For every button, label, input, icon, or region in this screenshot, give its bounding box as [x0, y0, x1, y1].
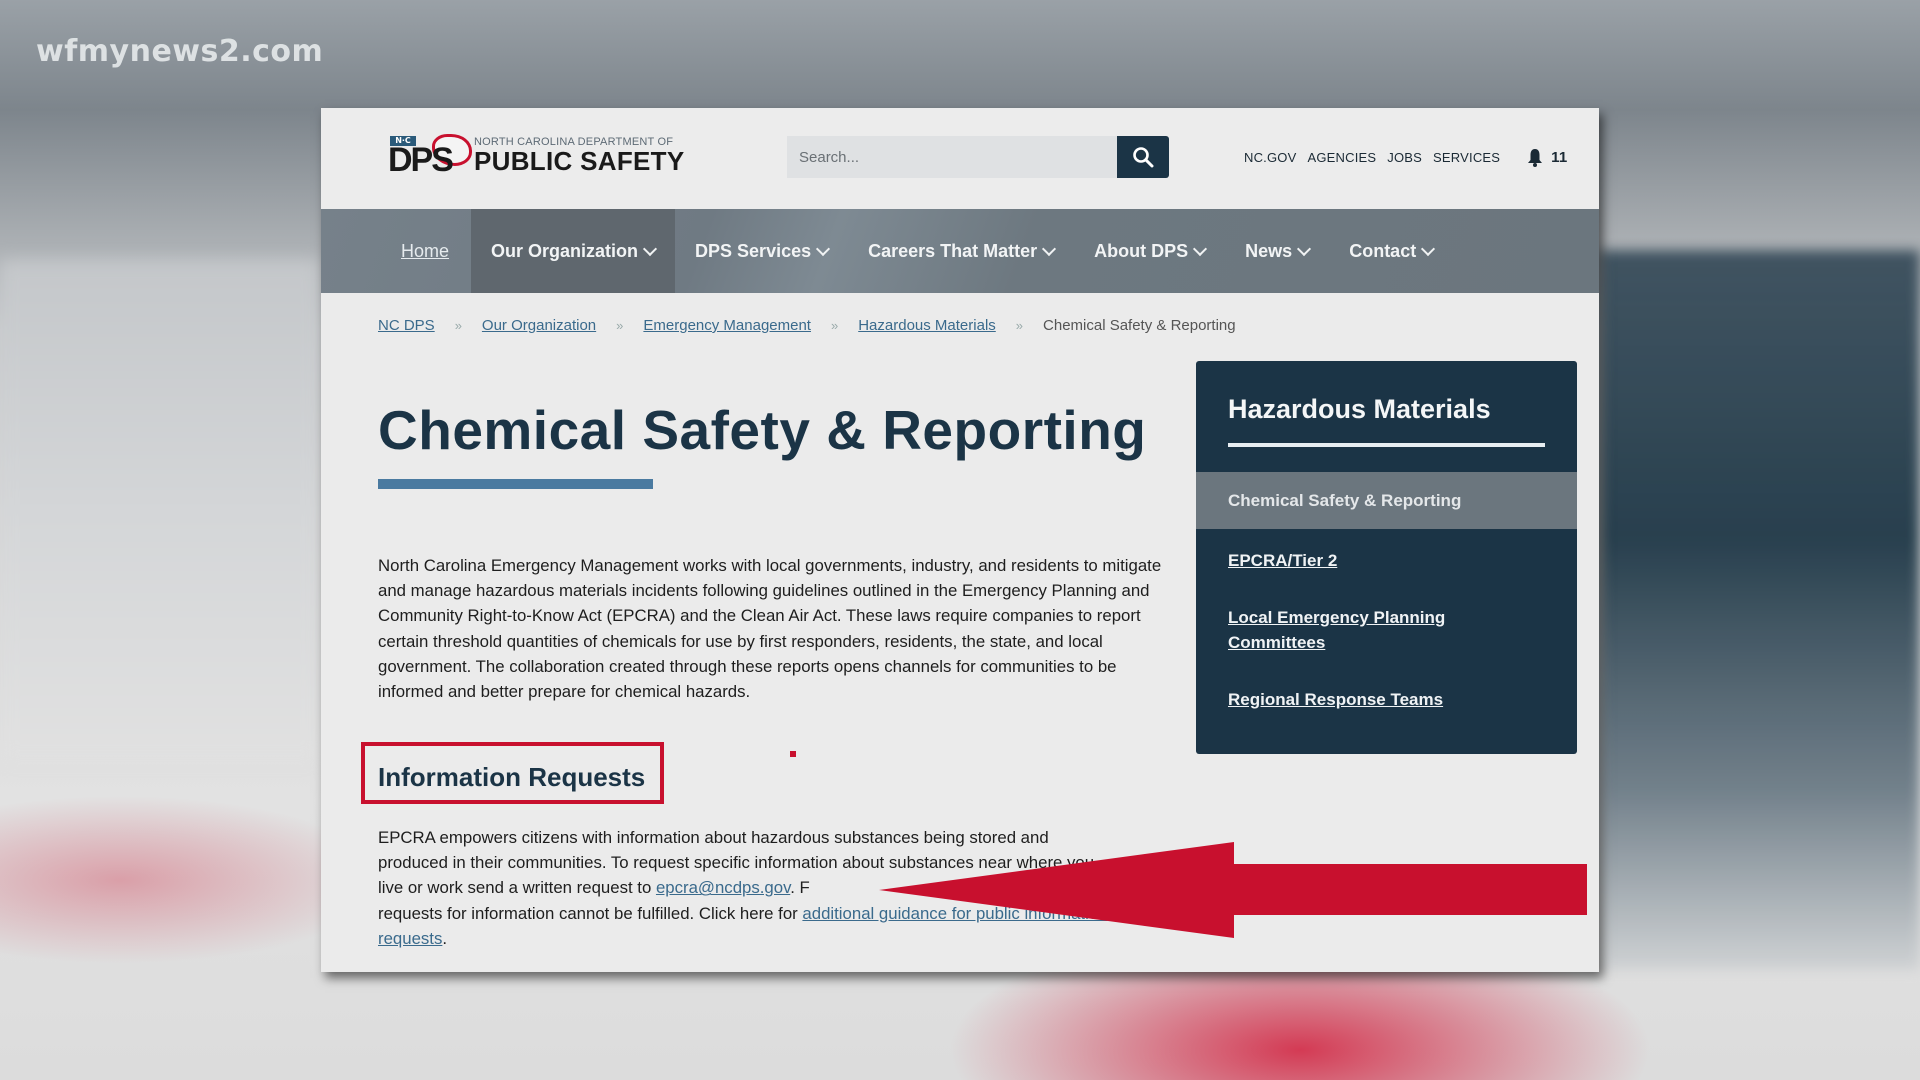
nav-item-about-dps[interactable]: About DPS [1074, 209, 1225, 293]
utility-link-jobs[interactable]: JOBS [1387, 150, 1422, 165]
chevron-down-icon [1193, 241, 1208, 256]
main-nav: Home Our Organization DPS Services Caree… [321, 209, 1599, 293]
dps-logo-mark: N·C DPS [388, 132, 472, 179]
breadcrumb-link-our-organization[interactable]: Our Organization [482, 317, 596, 334]
logo-title: PUBLIC SAFETY [474, 146, 685, 176]
nav-label: Careers That Matter [868, 240, 1038, 261]
nav-item-dps-services[interactable]: DPS Services [675, 209, 848, 293]
page-title: Chemical Safety & Reporting [378, 399, 1147, 461]
annotation-dot [790, 751, 796, 757]
intro-paragraph: North Carolina Emergency Management work… [378, 556, 1162, 702]
search-button[interactable] [1117, 136, 1169, 178]
nav-item-our-organization[interactable]: Our Organization [471, 209, 676, 293]
nav-item-home[interactable]: Home [379, 209, 471, 293]
background-blur-left [0, 260, 320, 760]
paragraph-text: . [442, 928, 448, 948]
nav-label: Our Organization [491, 240, 639, 261]
chevron-down-icon [1042, 241, 1057, 256]
notification-count: 11 [1551, 149, 1568, 166]
webpage-card: N·C DPS NORTH CAROLINA DEPARTMENT OF PUB… [321, 108, 1599, 972]
dps-logo[interactable]: N·C DPS NORTH CAROLINA DEPARTMENT OF PUB… [388, 132, 684, 178]
notifications-button[interactable]: 11 [1527, 148, 1567, 167]
breadcrumb-separator: » [454, 318, 462, 333]
nav-label: DPS Services [695, 240, 812, 261]
background-blur-right [1600, 250, 1920, 970]
utility-link-services[interactable]: SERVICES [1433, 150, 1500, 165]
sidebar-item-chemical-safety[interactable]: Chemical Safety & Reporting [1196, 472, 1577, 529]
search-input[interactable] [787, 136, 1117, 178]
station-watermark: wfmynews2.com [36, 34, 324, 69]
bell-icon [1528, 149, 1543, 167]
sidebar-title: Hazardous Materials [1228, 394, 1491, 424]
title-underline [378, 479, 653, 489]
breadcrumb: NC DPS » Our Organization » Emergency Ma… [378, 317, 1236, 334]
chevron-down-icon [642, 241, 658, 256]
utility-links: NC.GOV AGENCIES JOBS SERVICES 11 [1244, 148, 1567, 167]
nav-item-careers[interactable]: Careers That Matter [848, 209, 1074, 293]
sidebar-item-regional-response-teams[interactable]: Regional Response Teams [1228, 687, 1528, 712]
breadcrumb-link-nc-dps[interactable]: NC DPS [378, 317, 435, 334]
nav-label: News [1245, 240, 1293, 261]
chevron-down-icon [816, 241, 831, 256]
search-bar [787, 136, 1169, 178]
breadcrumb-current: Chemical Safety & Reporting [1043, 317, 1236, 334]
chevron-down-icon [1297, 241, 1312, 256]
nav-item-contact[interactable]: Contact [1329, 209, 1453, 293]
breadcrumb-separator: » [616, 318, 624, 333]
logo-dps-label: DPS [388, 141, 454, 179]
breadcrumb-link-emergency-management[interactable]: Emergency Management [643, 317, 811, 334]
site-header: N·C DPS NORTH CAROLINA DEPARTMENT OF PUB… [321, 108, 1599, 209]
paragraph-text: . F [790, 878, 810, 898]
sidebar-hazardous-materials: Hazardous Materials Chemical Safety & Re… [1196, 361, 1577, 754]
utility-link-agencies[interactable]: AGENCIES [1307, 150, 1376, 165]
breadcrumb-separator: » [830, 318, 839, 333]
breadcrumb-separator: » [1015, 318, 1024, 333]
nav-label: Contact [1349, 240, 1417, 261]
information-requests-heading: Information Requests [378, 762, 646, 792]
nav-label: Home [401, 240, 450, 261]
email-link[interactable]: epcra@ncdps.gov [656, 878, 790, 897]
sidebar-item-lepc[interactable]: Local Emergency Planning Committees [1228, 605, 1478, 655]
nav-label: About DPS [1094, 240, 1189, 261]
sidebar-title-underline [1228, 443, 1545, 447]
nav-item-news[interactable]: News [1225, 209, 1329, 293]
sidebar-item-epcra-tier-2[interactable]: EPCRA/Tier 2 [1228, 548, 1528, 573]
breadcrumb-link-hazardous-materials[interactable]: Hazardous Materials [858, 317, 996, 334]
chevron-down-icon [1421, 241, 1436, 256]
search-icon [1133, 147, 1154, 168]
information-requests-paragraph: EPCRA empowers citizens with information… [378, 825, 1118, 951]
paragraph-text: requests for information cannot be fulfi… [378, 903, 803, 923]
utility-link-ncgov[interactable]: NC.GOV [1244, 150, 1296, 165]
